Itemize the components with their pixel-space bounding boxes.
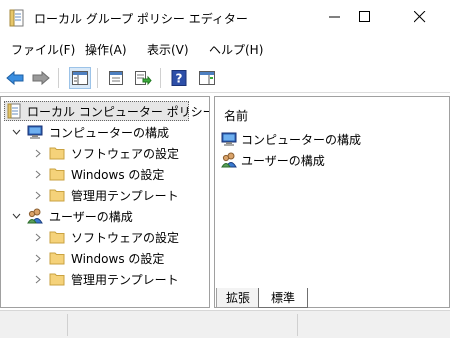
show-hide-tree-icon: [72, 71, 88, 85]
computer-icon: [221, 131, 237, 147]
users-icon: [221, 152, 237, 168]
list-item-label: コンピューターの構成: [241, 132, 362, 147]
chevron-right-icon[interactable]: [33, 190, 43, 200]
export-list-icon: [135, 71, 152, 86]
users-icon: [27, 208, 43, 224]
tree-item-computer-software-settings[interactable]: ソフトウェアの設定: [33, 143, 179, 163]
folder-icon: [49, 187, 65, 203]
menu-action[interactable]: 操作(A): [85, 41, 127, 58]
tree-item-user-config[interactable]: ユーザーの構成: [11, 206, 133, 226]
status-bar: [0, 310, 450, 338]
computer-icon: [27, 124, 43, 140]
help-button[interactable]: ?: [168, 67, 190, 89]
status-cell: [68, 314, 298, 336]
column-header-name[interactable]: 名前: [224, 107, 248, 124]
tree-item-user-admin-templates[interactable]: 管理用テンプレート: [33, 269, 179, 289]
help-icon: ?: [171, 70, 187, 86]
list-item-user-config[interactable]: ユーザーの構成: [221, 150, 325, 170]
window-title: ローカル グループ ポリシー エディター: [34, 12, 248, 26]
close-icon: [414, 11, 426, 23]
tree-item-label: Windows の設定: [71, 251, 165, 266]
svg-text:?: ?: [176, 72, 183, 86]
chevron-right-icon[interactable]: [33, 169, 43, 179]
minimize-icon: [329, 16, 340, 18]
status-cell: [298, 314, 450, 336]
forward-button[interactable]: [30, 67, 52, 89]
show-hide-tree-button[interactable]: [69, 67, 91, 89]
close-button[interactable]: [397, 0, 443, 34]
menu-help[interactable]: ヘルプ(H): [209, 41, 263, 58]
chevron-down-icon[interactable]: [11, 127, 21, 137]
policy-document-icon: [7, 103, 21, 119]
list-item-computer-config[interactable]: コンピューターの構成: [221, 129, 361, 149]
tree-item-label: ユーザーの構成: [49, 209, 133, 224]
tree-item-root[interactable]: ローカル コンピューター ポリシー: [4, 101, 209, 121]
properties-icon: [109, 71, 123, 85]
chevron-right-icon[interactable]: [33, 274, 43, 284]
menu-file[interactable]: ファイル(F): [11, 41, 75, 58]
view-tabs: 拡張 標準: [214, 286, 450, 308]
tree-item-label: コンピューターの構成: [49, 125, 170, 140]
export-list-button[interactable]: [132, 67, 154, 89]
menu-view[interactable]: 表示(V): [147, 41, 189, 58]
folder-icon: [49, 229, 65, 245]
tree-item-computer-admin-templates[interactable]: 管理用テンプレート: [33, 185, 179, 205]
toolbar: ?: [0, 63, 450, 93]
list-item-label: ユーザーの構成: [241, 153, 325, 168]
show-hide-action-pane-icon: [199, 71, 215, 85]
list-pane[interactable]: 名前 コンピューターの構成 ユーザーの構成: [214, 96, 450, 308]
forward-arrow-icon: [32, 70, 50, 86]
tree-item-label: ソフトウェアの設定: [71, 146, 180, 161]
title-bar: ローカル グループ ポリシー エディター: [0, 0, 450, 36]
folder-icon: [49, 271, 65, 287]
chevron-right-icon[interactable]: [33, 148, 43, 158]
folder-icon: [49, 250, 65, 266]
tab-extended[interactable]: 拡張: [216, 288, 260, 308]
chevron-right-icon[interactable]: [33, 253, 43, 263]
folder-icon: [49, 145, 65, 161]
status-cell: [0, 314, 68, 336]
show-hide-action-pane-button[interactable]: [196, 67, 218, 89]
tree-item-label: Windows の設定: [71, 167, 165, 182]
tree-item-computer-windows-settings[interactable]: Windows の設定: [33, 164, 164, 184]
menu-bar: ファイル(F) 操作(A) 表示(V) ヘルプ(H): [0, 38, 450, 60]
tree-pane[interactable]: ローカル コンピューター ポリシー コンピューターの構成 ソフトウェアの設定 W…: [0, 96, 210, 308]
chevron-down-icon[interactable]: [11, 211, 21, 221]
maximize-button[interactable]: [342, 0, 388, 34]
tree-item-user-windows-settings[interactable]: Windows の設定: [33, 248, 164, 268]
tab-standard[interactable]: 標準: [258, 288, 308, 308]
tree-item-label: 管理用テンプレート: [71, 272, 179, 287]
tree-item-label: ソフトウェアの設定: [71, 230, 180, 245]
back-arrow-icon: [6, 70, 24, 86]
folder-icon: [49, 166, 65, 182]
tree-item-label: ローカル コンピューター ポリシー: [27, 104, 210, 119]
chevron-right-icon[interactable]: [33, 232, 43, 242]
properties-button[interactable]: [105, 67, 127, 89]
maximize-icon: [359, 11, 370, 22]
tree-item-label: 管理用テンプレート: [71, 188, 179, 203]
tree-item-user-software-settings[interactable]: ソフトウェアの設定: [33, 227, 179, 247]
policy-editor-icon: [9, 9, 25, 27]
tree-item-computer-config[interactable]: コンピューターの構成: [11, 122, 169, 142]
back-button[interactable]: [4, 67, 26, 89]
